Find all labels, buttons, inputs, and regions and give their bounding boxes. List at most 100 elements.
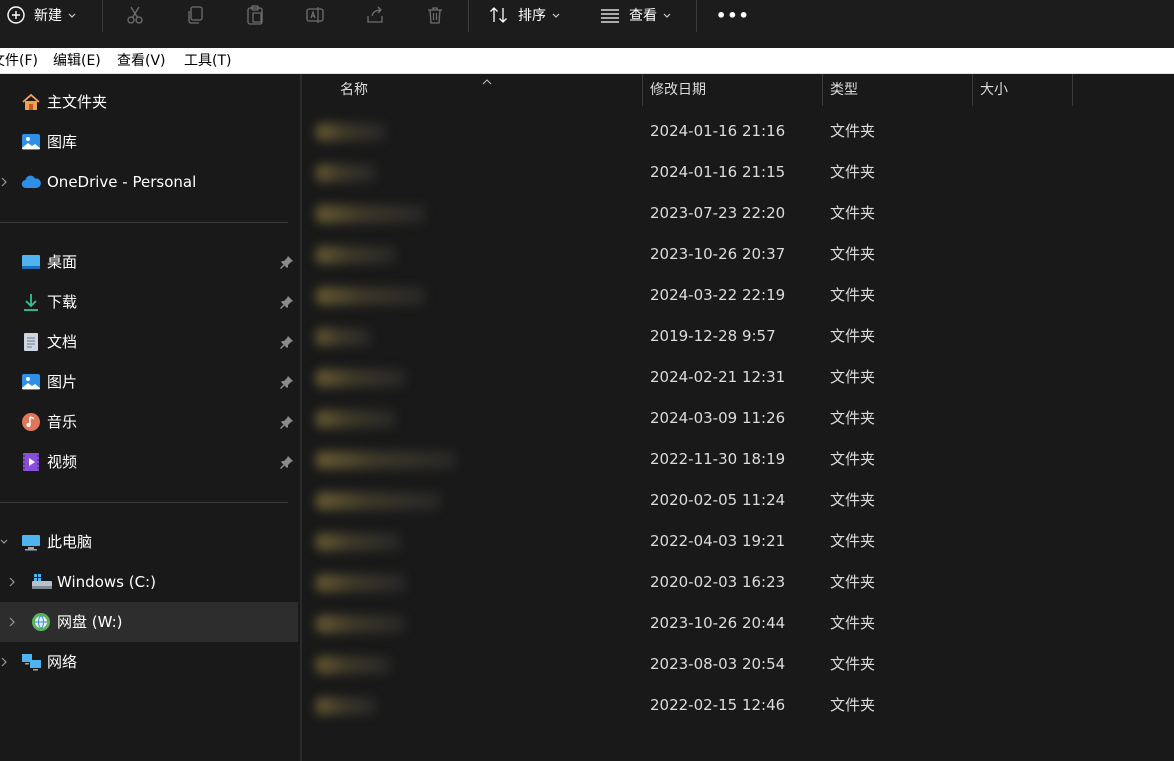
menu-tools[interactable]: 工具(T): [184, 48, 231, 74]
share-button[interactable]: [364, 0, 386, 30]
chevron-right-icon[interactable]: [0, 176, 8, 188]
column-header-type[interactable]: 类型: [830, 74, 858, 106]
sidebar-label-pictures: 图片: [47, 373, 78, 391]
column-header-size[interactable]: 大小: [980, 74, 1008, 106]
menu-edit[interactable]: 编辑(E): [53, 48, 101, 74]
chevron-down-icon[interactable]: [0, 536, 8, 548]
table-row[interactable]: 2024-01-16 21:16 文件夹: [302, 111, 1174, 152]
row-type: 文件夹: [830, 573, 876, 591]
sidebar-item-downloads[interactable]: 下载: [0, 282, 298, 322]
file-list: 名称 修改日期 类型 大小 2024-01-16 21:16 文件夹 2024-01…: [302, 74, 1174, 761]
row-modified-date: 2022-11-30 18:19: [650, 450, 786, 468]
row-modified-date: 2022-02-15 12:46: [650, 696, 786, 714]
drive-icon: [31, 572, 52, 592]
sidebar-item-documents[interactable]: 文档: [0, 322, 298, 362]
table-row[interactable]: 2022-02-15 12:46 文件夹: [302, 685, 1174, 726]
sidebar-label-downloads: 下载: [47, 293, 78, 311]
table-row[interactable]: 2020-02-03 16:23 文件夹: [302, 562, 1174, 603]
sidebar-label-network: 网络: [47, 653, 78, 671]
rename-button[interactable]: [304, 0, 326, 30]
table-row[interactable]: 2022-11-30 18:19 文件夹: [302, 439, 1174, 480]
column-divider[interactable]: [972, 74, 973, 106]
table-row[interactable]: 2019-12-28 9:57 文件夹: [302, 316, 1174, 357]
view-button[interactable]: 查看: [599, 0, 671, 30]
sort-ascending-icon: [482, 74, 492, 90]
table-row[interactable]: 2020-02-05 11:24 文件夹: [302, 480, 1174, 521]
sidebar-item-this-pc[interactable]: 此电脑: [0, 522, 298, 562]
chevron-right-icon[interactable]: [0, 656, 8, 668]
folder-name-blurred: [316, 451, 456, 469]
menu-file[interactable]: 文件(F): [0, 48, 38, 74]
row-type: 文件夹: [830, 655, 876, 673]
cut-button[interactable]: [124, 0, 146, 30]
table-row[interactable]: 2023-07-23 22:20 文件夹: [302, 193, 1174, 234]
download-arrow-icon: [21, 292, 41, 312]
sidebar-item-pictures[interactable]: 图片: [0, 362, 298, 402]
sidebar-item-net-drive[interactable]: 网盘 (W:): [0, 602, 298, 642]
folder-name-blurred: [316, 410, 396, 428]
pin-icon[interactable]: [280, 415, 294, 429]
column-divider[interactable]: [642, 74, 643, 106]
sidebar-item-gallery[interactable]: 图库: [0, 122, 298, 162]
sidebar-item-music[interactable]: 音乐: [0, 402, 298, 442]
row-type: 文件夹: [830, 532, 876, 550]
sidebar-item-onedrive[interactable]: OneDrive - Personal: [0, 162, 298, 202]
home-icon: [21, 92, 41, 112]
row-modified-date: 2020-02-03 16:23: [650, 573, 786, 591]
sidebar-label-music: 音乐: [47, 413, 78, 431]
table-row[interactable]: 2024-03-22 22:19 文件夹: [302, 275, 1174, 316]
copy-button[interactable]: [184, 0, 206, 30]
table-row[interactable]: 2024-03-09 11:26 文件夹: [302, 398, 1174, 439]
sidebar-item-windows-drive[interactable]: Windows (C:): [0, 562, 298, 602]
gallery-icon: [21, 132, 41, 152]
table-row[interactable]: 2024-02-21 12:31 文件夹: [302, 357, 1174, 398]
chevron-down-icon: [552, 7, 560, 23]
sidebar-item-network[interactable]: 网络: [0, 642, 298, 682]
sidebar-label-onedrive: OneDrive - Personal: [47, 173, 197, 191]
row-modified-date: 2024-03-22 22:19: [650, 286, 786, 304]
pin-icon[interactable]: [280, 455, 294, 469]
delete-button[interactable]: [424, 0, 446, 30]
pin-icon[interactable]: [280, 255, 294, 269]
more-options-button[interactable]: •••: [716, 0, 750, 30]
row-modified-date: 2023-10-26 20:44: [650, 614, 786, 632]
navigation-pane: 主文件夹 图库 OneDrive - Personal 桌面 下载 文档 图片 …: [0, 74, 300, 761]
table-row[interactable]: 2023-08-03 20:54 文件夹: [302, 644, 1174, 685]
sort-button[interactable]: 排序: [488, 0, 560, 30]
folder-name-blurred: [316, 369, 406, 387]
sidebar-label-net-drive: 网盘 (W:): [57, 613, 123, 631]
table-row[interactable]: 2024-01-16 21:15 文件夹: [302, 152, 1174, 193]
sidebar-divider: [0, 502, 288, 503]
column-header-modified[interactable]: 修改日期: [650, 74, 706, 106]
pin-icon[interactable]: [280, 375, 294, 389]
view-lines-icon: [599, 4, 621, 26]
table-row[interactable]: 2022-04-03 19:21 文件夹: [302, 521, 1174, 562]
column-header-name[interactable]: 名称: [340, 74, 368, 106]
chevron-right-icon[interactable]: [8, 616, 16, 628]
column-divider[interactable]: [822, 74, 823, 106]
sidebar-item-desktop[interactable]: 桌面: [0, 242, 298, 282]
sort-arrows-icon: [488, 4, 510, 26]
sidebar-item-home[interactable]: 主文件夹: [0, 82, 298, 122]
table-row[interactable]: 2023-10-26 20:37 文件夹: [302, 234, 1174, 275]
row-modified-date: 2023-08-03 20:54: [650, 655, 786, 673]
column-divider[interactable]: [1072, 74, 1073, 106]
paste-button[interactable]: [244, 0, 266, 30]
folder-name-blurred: [316, 164, 376, 182]
command-bar: 新建 排序 查看 •••: [0, 0, 1174, 48]
chevron-right-icon[interactable]: [8, 576, 16, 588]
row-modified-date: 2022-04-03 19:21: [650, 532, 786, 550]
sidebar-item-videos[interactable]: 视频: [0, 442, 298, 482]
chevron-down-icon: [663, 7, 671, 23]
copy-icon: [184, 4, 206, 26]
pin-icon[interactable]: [280, 295, 294, 309]
pin-icon[interactable]: [280, 335, 294, 349]
sidebar-label-home: 主文件夹: [47, 93, 108, 111]
rename-icon: [304, 4, 326, 26]
row-type: 文件夹: [830, 122, 876, 140]
more-options-label: •••: [716, 5, 750, 25]
table-row[interactable]: 2023-10-26 20:44 文件夹: [302, 603, 1174, 644]
menu-view[interactable]: 查看(V): [117, 48, 166, 74]
new-button[interactable]: 新建: [6, 0, 76, 30]
row-type: 文件夹: [830, 368, 876, 386]
